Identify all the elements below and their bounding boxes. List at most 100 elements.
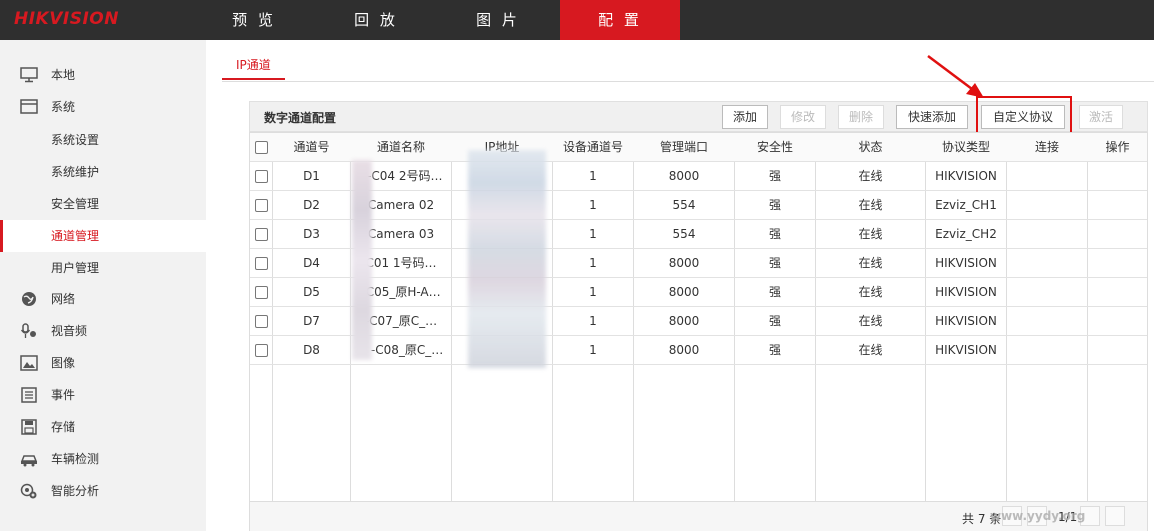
cell-manage-port: 8000 [668, 343, 700, 357]
mic-camera-icon [20, 323, 36, 338]
cell-protocol-type: HIKVISION [935, 314, 997, 328]
cell-device-channel: 1 [589, 343, 597, 357]
select-all-checkbox[interactable] [255, 141, 268, 154]
cell-manage-port: 8000 [668, 256, 700, 270]
table-row[interactable]: D5 -C05_原H-A… 1 8000 强在线 HIKVISION [250, 278, 1147, 307]
sidebar-item-channel-management[interactable]: 通道管理 [0, 220, 206, 252]
table-row[interactable]: D2 Camera 02 1 554 强在线 Ezviz_CH1 [250, 191, 1147, 220]
cell-security: 强 [768, 343, 781, 357]
nav-tab-config[interactable]: 配 置 [560, 0, 680, 40]
cell-security: 强 [768, 314, 781, 328]
sidebar-item-label: 通道管理 [51, 229, 100, 243]
sidebar-item-label: 本地 [51, 68, 76, 82]
sidebar-item-system[interactable]: 系统 [0, 91, 206, 123]
annotation-highlight-box [976, 96, 1072, 134]
sidebar-item-label: 安全管理 [51, 197, 100, 211]
image-icon [20, 355, 38, 371]
nav-tab-playback[interactable]: 回 放 [316, 0, 436, 40]
sidebar-item-label: 网络 [51, 292, 76, 306]
cell-status: 在线 [858, 285, 883, 299]
table-row[interactable]: D3 Camera 03 1 554 强在线 Ezviz_CH2 [250, 220, 1147, 249]
quick-add-button[interactable]: 快速添加 [896, 105, 968, 129]
table-row[interactable]: D4 C01 1号码… 1 8000 强在线 HIKVISION [250, 249, 1147, 278]
watermark: www.yydy.org [990, 509, 1086, 523]
channel-table: 通道号 通道名称 IP地址 设备通道号 管理端口 安全性 状态 协议类型 连接 … [249, 132, 1148, 531]
monitor-icon [20, 67, 38, 83]
globe-icon [22, 292, 36, 306]
sidebar-item-label: 系统设置 [51, 133, 100, 147]
table-row[interactable]: D8 C -C08_原C_… 1 8000 强在线 HIKVISION [250, 336, 1147, 365]
list-icon [21, 387, 37, 403]
cell-security: 强 [768, 198, 781, 212]
tab-ip-channel[interactable]: IP通道 [222, 52, 285, 80]
sidebar-item-system-maintenance[interactable]: 系统维护 [0, 156, 206, 188]
nav-tab-preview[interactable]: 预 览 [194, 0, 314, 40]
table-row[interactable]: D1 7-C04 2号码… 1 8000 强在线 HIKVISION [250, 162, 1147, 191]
hikvision-logo: HIKVISION [14, 9, 119, 29]
sidebar-item-storage[interactable]: 存储 [0, 411, 206, 443]
sidebar-item-image[interactable]: 图像 [0, 347, 206, 379]
cell-security: 强 [768, 169, 781, 183]
system-icon [20, 99, 38, 114]
row-checkbox[interactable] [255, 315, 268, 328]
sidebar-item-label: 车辆检测 [51, 452, 100, 466]
cell-device-channel: 1 [589, 314, 597, 328]
sidebar-item-system-settings[interactable]: 系统设置 [0, 124, 206, 156]
cell-device-channel: 1 [589, 256, 597, 270]
sidebar-item-event[interactable]: 事件 [0, 379, 206, 411]
row-checkbox[interactable] [255, 228, 268, 241]
table-header-row: 通道号 通道名称 IP地址 设备通道号 管理端口 安全性 状态 协议类型 连接 … [250, 133, 1147, 162]
row-checkbox[interactable] [255, 286, 268, 299]
sidebar-item-label: 用户管理 [51, 261, 100, 275]
table-row[interactable]: D7 -C07_原C_… 1 8000 强在线 HIKVISION [250, 307, 1147, 336]
smart-icon [20, 483, 37, 499]
delete-button[interactable]: 删除 [838, 105, 884, 129]
privacy-mosaic [352, 160, 372, 360]
cell-status: 在线 [858, 169, 883, 183]
sidebar-item-local[interactable]: 本地 [0, 59, 206, 91]
cell-security: 强 [768, 256, 781, 270]
last-page-button[interactable] [1105, 506, 1125, 526]
car-icon [20, 455, 38, 467]
cell-status: 在线 [858, 314, 883, 328]
column-header: 操作 [1105, 140, 1130, 154]
sidebar-item-label: 事件 [51, 388, 76, 402]
row-checkbox[interactable] [255, 199, 268, 212]
add-button[interactable]: 添加 [722, 105, 768, 129]
cell-manage-port: 8000 [668, 314, 700, 328]
sidebar-item-label: 系统 [51, 100, 76, 114]
sidebar-item-security[interactable]: 安全管理 [0, 188, 206, 220]
column-header: 通道号 [293, 140, 330, 154]
cell-channel-no: D7 [303, 314, 320, 328]
tab-divider [222, 81, 1154, 82]
cell-device-channel: 1 [589, 198, 597, 212]
row-checkbox[interactable] [255, 170, 268, 183]
cell-channel-no: D8 [303, 343, 320, 357]
panel-title: 数字通道配置 [264, 111, 337, 125]
cell-manage-port: 8000 [668, 285, 700, 299]
modify-button[interactable]: 修改 [780, 105, 826, 129]
column-header: 设备通道号 [562, 140, 623, 154]
activate-button[interactable]: 激活 [1079, 105, 1123, 129]
cell-protocol-type: Ezviz_CH1 [935, 198, 997, 212]
cell-channel-no: D3 [303, 227, 320, 241]
column-header: 安全性 [756, 140, 793, 154]
column-header: 管理端口 [659, 140, 708, 154]
row-checkbox[interactable] [255, 344, 268, 357]
cell-device-channel: 1 [589, 169, 597, 183]
cell-protocol-type: HIKVISION [935, 285, 997, 299]
cell-channel-no: D2 [303, 198, 320, 212]
nav-tab-picture[interactable]: 图 片 [438, 0, 558, 40]
column-header: 连接 [1034, 140, 1059, 154]
row-checkbox[interactable] [255, 257, 268, 270]
cell-protocol-type: HIKVISION [935, 343, 997, 357]
cell-channel-no: D4 [303, 256, 320, 270]
sidebar-item-vehicle-detection[interactable]: 车辆检测 [0, 443, 206, 475]
sidebar-item-user-management[interactable]: 用户管理 [0, 252, 206, 284]
sidebar: 本地 系统 系统设置 系统维护 安全管理 通道管理 用户管理 网络 视音频 图像… [0, 40, 206, 531]
sidebar-item-smart-analysis[interactable]: 智能分析 [0, 475, 206, 507]
sidebar-item-audio-video[interactable]: 视音频 [0, 315, 206, 347]
cell-protocol-type: HIKVISION [935, 256, 997, 270]
column-header: 协议类型 [941, 140, 990, 154]
sidebar-item-network[interactable]: 网络 [0, 283, 206, 315]
